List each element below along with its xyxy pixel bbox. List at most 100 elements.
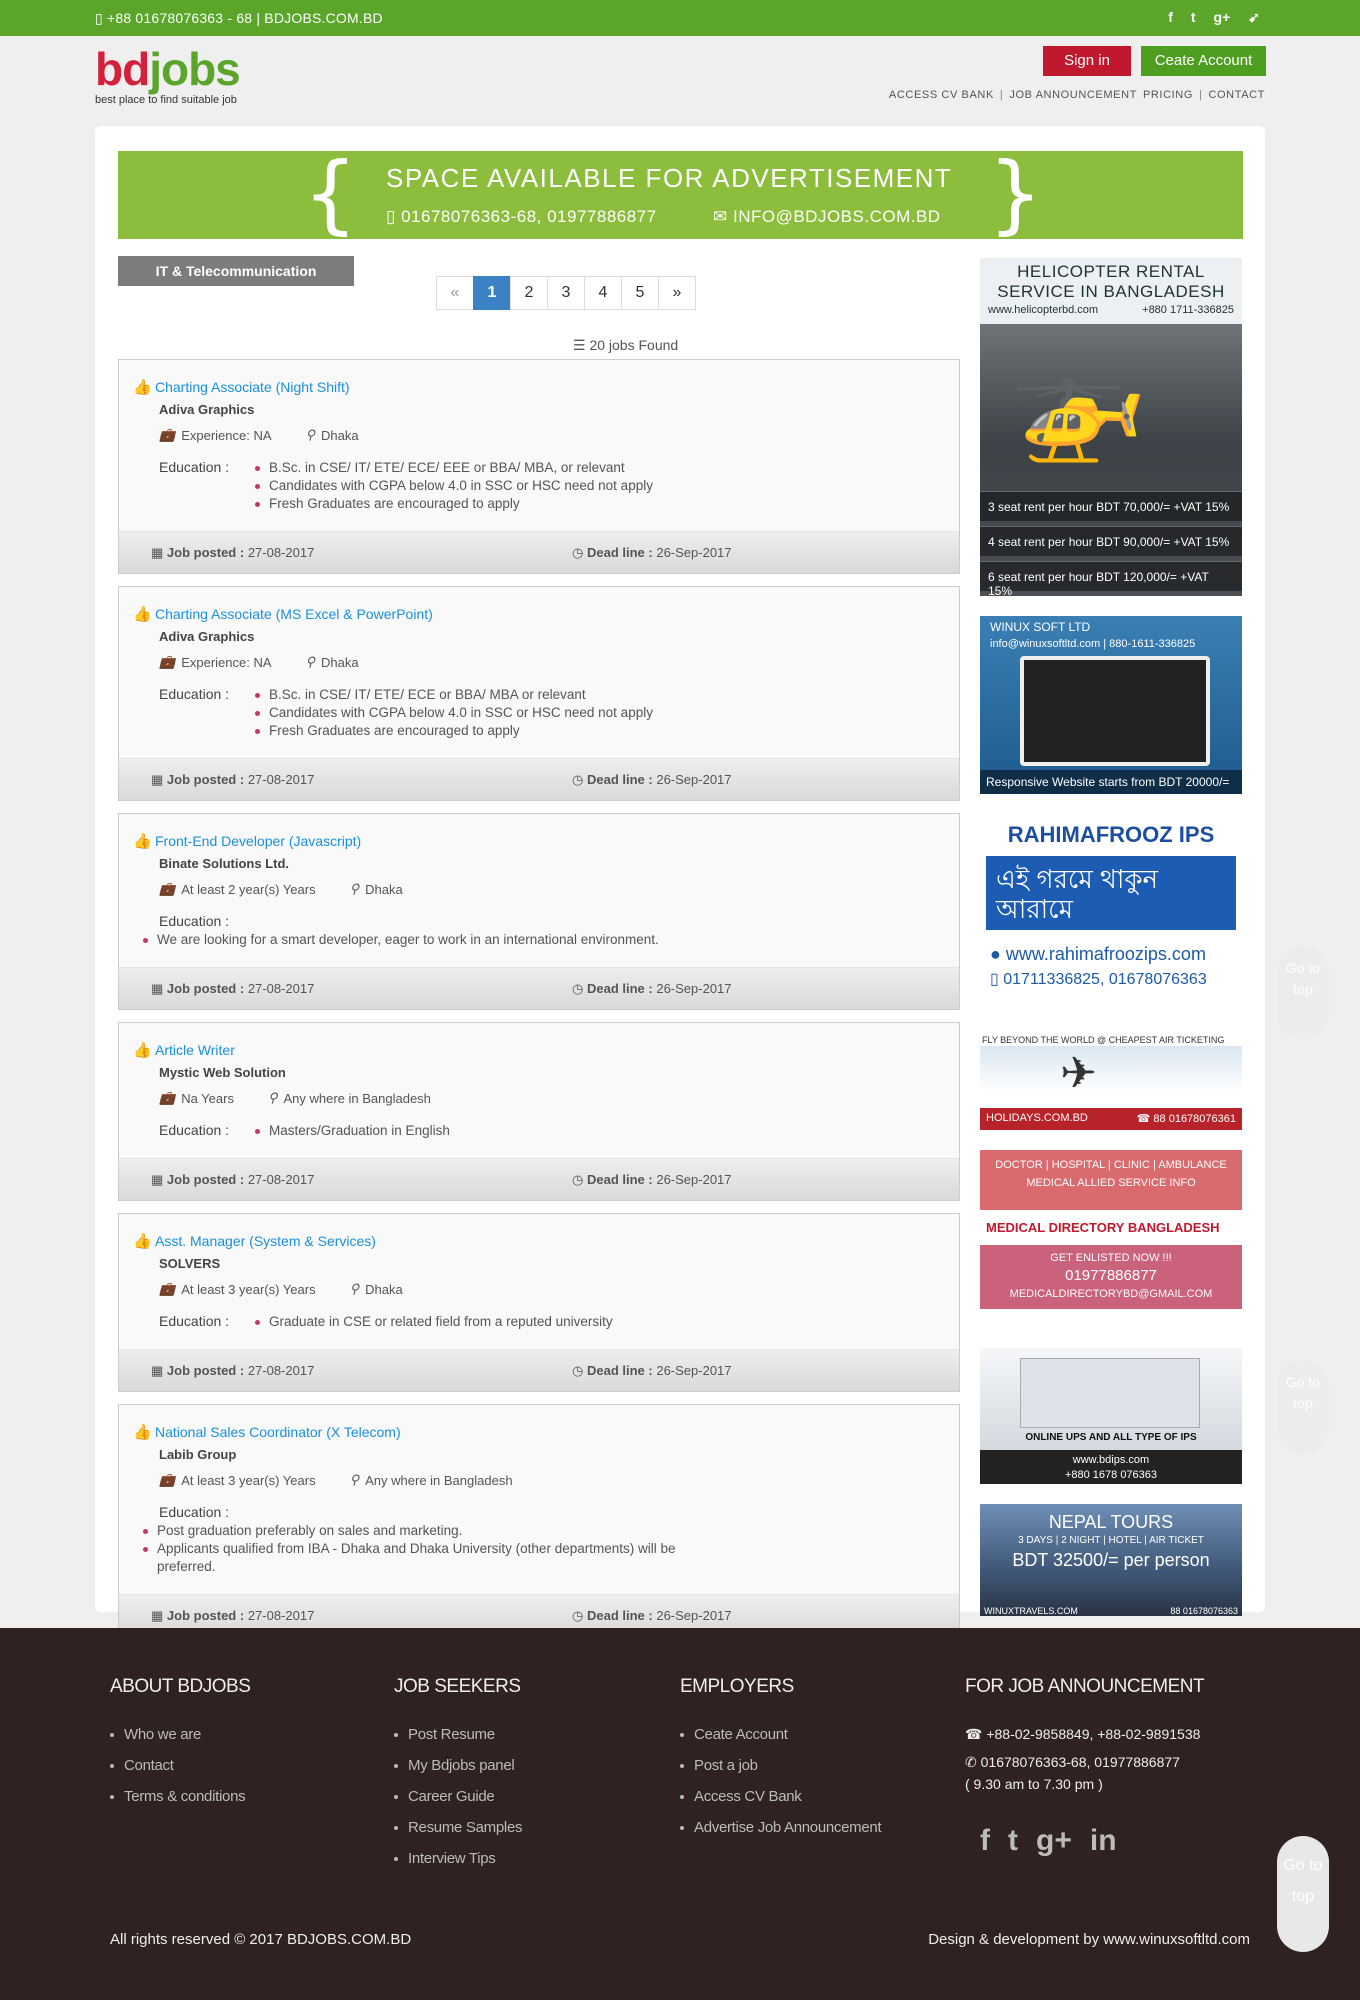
advertisement-banner[interactable]: { } SPACE AVAILABLE FOR ADVERTISEMENT ▯ … <box>118 151 1243 239</box>
education-item: Fresh Graduates are encouraged to apply <box>255 495 653 513</box>
job-experience: 💼 At least 3 year(s) Years <box>159 1281 316 1297</box>
header: bdjobs best place to find suitable job S… <box>0 36 1360 126</box>
footer-link[interactable]: Contact <box>110 1757 250 1774</box>
rahimafrooz-ad[interactable]: RAHIMAFROOZ IPS এই গরমে থাকুন আরামে ● ww… <box>980 814 1242 1014</box>
posted-date: 27-08-2017 <box>247 772 315 787</box>
pagination-page-5[interactable]: 5 <box>621 276 659 310</box>
job-experience-text: Experience: NA <box>181 427 272 443</box>
job-title-link[interactable]: 👍 Charting Associate (Night Shift) <box>133 378 943 396</box>
job-title[interactable]: National Sales Coordinator (X Telecom) <box>155 1424 401 1440</box>
facebook-icon[interactable]: f <box>1168 9 1173 26</box>
footer-link[interactable]: Interview Tips <box>394 1850 522 1867</box>
job-title-link[interactable]: 👍 Front-End Developer (Javascript) <box>133 832 943 850</box>
site-logo[interactable]: bdjobs best place to find suitable job <box>95 43 241 106</box>
education-item: Fresh Graduates are encouraged to apply <box>255 722 653 740</box>
education-label: Education : <box>159 1122 230 1138</box>
thumbs-up-icon: 👍 <box>133 1042 152 1059</box>
google-plus-icon[interactable]: g+ <box>1036 1824 1072 1858</box>
footer-link[interactable]: My Bdjobs panel <box>394 1757 522 1774</box>
linkedin-icon[interactable]: in <box>1090 1824 1117 1858</box>
job-title-link[interactable]: 👍 Charting Associate (MS Excel & PowerPoi… <box>133 605 943 623</box>
education-item: Masters/Graduation in English <box>255 1122 450 1140</box>
calendar-icon: ▦ <box>151 1363 167 1378</box>
job-experience: 💼 At least 2 year(s) Years <box>159 881 316 897</box>
nepal-ad-site: WINUXTRAVELS.COM <box>984 1606 1078 1616</box>
designer-credit[interactable]: Design & development by www.winuxsoftltd… <box>928 1931 1250 1948</box>
nav-pricing[interactable]: PRICING <box>1143 89 1193 101</box>
job-title[interactable]: Asst. Manager (System & Services) <box>155 1233 376 1249</box>
briefcase-icon: 💼 <box>159 1472 176 1487</box>
create-account-button[interactable]: Ceate Account <box>1141 46 1266 76</box>
twitter-icon[interactable]: t <box>1191 9 1196 26</box>
pagination-page-2[interactable]: 2 <box>510 276 548 310</box>
job-title[interactable]: Front-End Developer (Javascript) <box>155 833 361 849</box>
ad-banner-phone: ▯ 01678076363-68, 01977886877 <box>386 207 657 227</box>
job-company: SOLVERS <box>159 1256 221 1271</box>
helicopter-icon: 🚁 <box>1010 341 1147 464</box>
footer-link[interactable]: Access CV Bank <box>680 1788 881 1805</box>
twitter-icon[interactable]: t <box>1008 1824 1018 1858</box>
location-arrow-icon[interactable]: ➹ <box>1248 9 1260 26</box>
education-label: Education : <box>159 913 230 929</box>
job-title[interactable]: Charting Associate (MS Excel & PowerPoin… <box>155 606 433 622</box>
nav-job-announcement[interactable]: JOB ANNOUNCEMENT <box>1009 89 1137 101</box>
winux-ad[interactable]: WINUX SOFT LTD info@winuxsoftltd.com | 8… <box>980 616 1242 794</box>
pagination-page-4[interactable]: 4 <box>584 276 622 310</box>
category-label: IT & Telecommunication <box>118 256 354 286</box>
footer-link[interactable]: Post a job <box>680 1757 881 1774</box>
footer-link[interactable]: Who we are <box>110 1726 250 1743</box>
footer-link[interactable]: Terms & conditions <box>110 1788 250 1805</box>
right-brace-icon: } <box>988 144 1043 244</box>
nav-access-cv-bank[interactable]: ACCESS CV BANK <box>889 89 994 101</box>
google-plus-icon[interactable]: g+ <box>1214 9 1231 26</box>
holidays-ad[interactable]: FLY BEYOND THE WORLD @ CHEAPEST AIR TICK… <box>980 1034 1242 1130</box>
medical-ad-info: MEDICAL ALLIED SERVICE INFO <box>1026 1177 1196 1189</box>
holidays-ad-phone: ☎ 88 01678076361 <box>1136 1113 1236 1125</box>
monitor-icon <box>1020 656 1210 766</box>
briefcase-icon: 💼 <box>159 1090 176 1105</box>
posted-date: 27-08-2017 <box>247 1172 315 1187</box>
footer-link[interactable]: Ceate Account <box>680 1726 881 1743</box>
clock-icon: ◷ <box>572 981 587 996</box>
footer-link[interactable]: Advertise Job Announcement <box>680 1819 882 1836</box>
pagination-page-3[interactable]: 3 <box>547 276 585 310</box>
education-label: Education : <box>159 1313 230 1329</box>
job-location: ⚲ Dhaka <box>350 1281 403 1297</box>
footer-link[interactable]: Resume Samples <box>394 1819 522 1836</box>
nav-contact[interactable]: CONTACT <box>1208 89 1265 101</box>
footer-link[interactable]: Career Guide <box>394 1788 522 1805</box>
helicopter-ad-site: www.helicopterbd.com <box>988 304 1099 316</box>
go-to-top-button[interactable]: Go to top <box>1277 946 1329 1040</box>
go-to-top-button[interactable]: Go to top <box>1277 1360 1329 1454</box>
nepal-tours-ad[interactable]: NEPAL TOURS 3 DAYS | 2 NIGHT | HOTEL | A… <box>980 1504 1242 1616</box>
deadline-label: Dead line : <box>586 772 653 787</box>
ad-banner-email: ✉ INFO@BDJOBS.COM.BD <box>713 207 941 227</box>
job-title[interactable]: Charting Associate (Night Shift) <box>155 379 350 395</box>
job-title[interactable]: Article Writer <box>155 1042 235 1058</box>
go-to-top-button[interactable]: Go to top <box>1277 1836 1329 1952</box>
footer-link[interactable]: Post Resume <box>394 1726 522 1743</box>
job-card: 👍 Charting Associate (MS Excel & PowerPoi… <box>118 586 960 801</box>
facebook-icon[interactable]: f <box>980 1824 990 1858</box>
logo-bd: bd <box>95 43 150 95</box>
job-location: ⚲ Dhaka <box>306 427 359 443</box>
job-location-text: Any where in Bangladesh <box>365 1472 513 1488</box>
bdips-ad[interactable]: ONLINE UPS AND ALL TYPE OF IPS www.bdips… <box>980 1348 1242 1484</box>
job-company: Adiva Graphics <box>159 402 255 417</box>
pagination-next[interactable]: » <box>658 276 696 310</box>
medical-ad-phone: 01977886877 <box>1065 1267 1157 1284</box>
pagination-prev[interactable]: « <box>436 276 474 310</box>
job-posted: ▦ Job posted : 27-08-2017 <box>151 981 314 997</box>
helicopter-ad-title2: SERVICE IN BANGLADESH <box>997 282 1225 301</box>
bdips-ad-phone: +880 1678 076363 <box>1064 1469 1158 1481</box>
helicopter-ad[interactable]: HELICOPTER RENTAL SERVICE IN BANGLADESH … <box>980 258 1242 596</box>
sign-in-button[interactable]: Sign in <box>1043 46 1131 76</box>
job-title-link[interactable]: 👍 Article Writer <box>133 1041 943 1059</box>
calendar-icon: ▦ <box>151 1172 167 1187</box>
deadline-date: 26-Sep-2017 <box>656 772 732 787</box>
job-title-link[interactable]: 👍 National Sales Coordinator (X Telecom) <box>133 1423 943 1441</box>
pagination-page-1[interactable]: 1 <box>473 276 511 310</box>
job-title-link[interactable]: 👍 Asst. Manager (System & Services) <box>133 1232 943 1250</box>
calendar-icon: ▦ <box>151 545 167 560</box>
medical-directory-ad[interactable]: DOCTOR | HOSPITAL | CLINIC | AMBULANCE ME… <box>980 1150 1242 1328</box>
